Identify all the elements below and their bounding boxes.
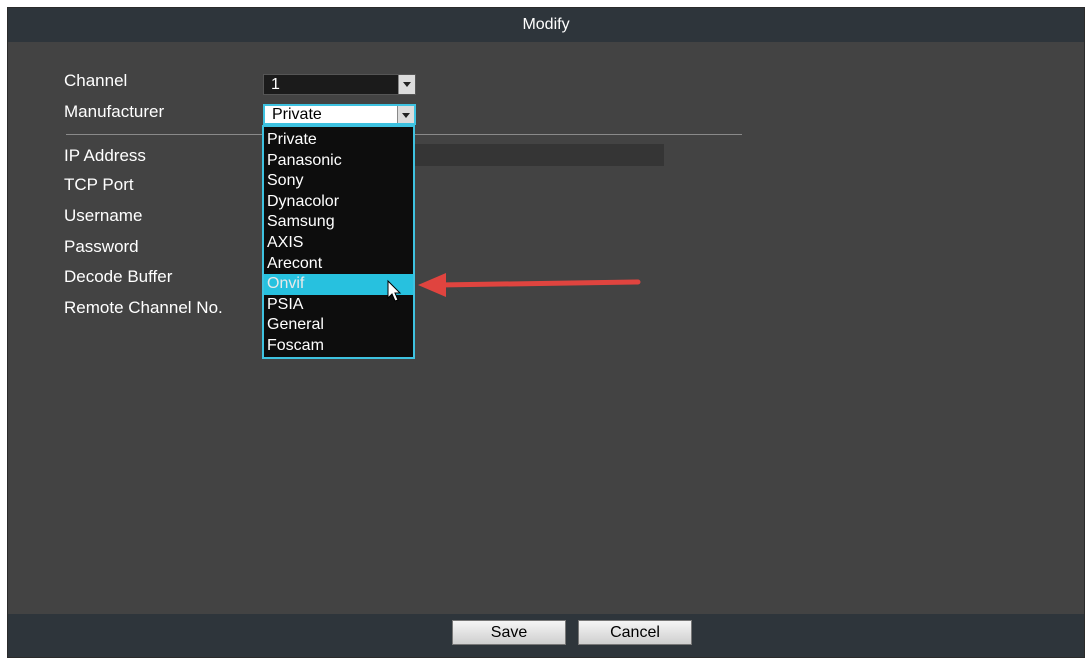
- dropdown-option[interactable]: PSIA: [264, 295, 413, 316]
- cancel-button[interactable]: Cancel: [578, 620, 692, 645]
- decode-buffer-label: Decode Buffer: [64, 267, 173, 286]
- chevron-down-icon[interactable]: [398, 75, 415, 94]
- dropdown-option[interactable]: AXIS: [264, 233, 413, 254]
- dropdown-option[interactable]: Arecont: [264, 254, 413, 275]
- tcp-port-label: TCP Port: [64, 175, 134, 194]
- channel-value: 1: [271, 76, 280, 93]
- manufacturer-select[interactable]: Private: [263, 104, 416, 125]
- manufacturer-label: Manufacturer: [64, 102, 165, 121]
- dropdown-option[interactable]: Private: [264, 130, 413, 151]
- password-label: Password: [64, 237, 139, 256]
- channel-label: Channel: [64, 71, 128, 90]
- manufacturer-dropdown-list[interactable]: Private Panasonic Sony Dynacolor Samsung…: [262, 125, 415, 359]
- dropdown-option-onvif[interactable]: Onvif: [264, 274, 413, 295]
- username-label: Username: [64, 206, 143, 225]
- dropdown-option[interactable]: Samsung: [264, 212, 413, 233]
- save-button[interactable]: Save: [452, 620, 566, 645]
- channel-select[interactable]: 1: [263, 74, 416, 95]
- dialog-title: Modify: [8, 8, 1084, 42]
- dropdown-option[interactable]: Dynacolor: [264, 192, 413, 213]
- remote-channel-label: Remote Channel No.: [64, 298, 223, 317]
- dropdown-option[interactable]: General: [264, 315, 413, 336]
- ip-address-label: IP Address: [64, 146, 146, 165]
- dropdown-option[interactable]: Sony: [264, 171, 413, 192]
- chevron-down-icon[interactable]: [397, 106, 414, 123]
- manufacturer-value: Private: [272, 106, 322, 123]
- dropdown-option[interactable]: Foscam: [264, 336, 413, 357]
- ip-address-field[interactable]: [413, 144, 664, 166]
- modify-dialog: Modify Channel Manufacturer IP Address T…: [7, 7, 1085, 658]
- dropdown-option[interactable]: Panasonic: [264, 151, 413, 172]
